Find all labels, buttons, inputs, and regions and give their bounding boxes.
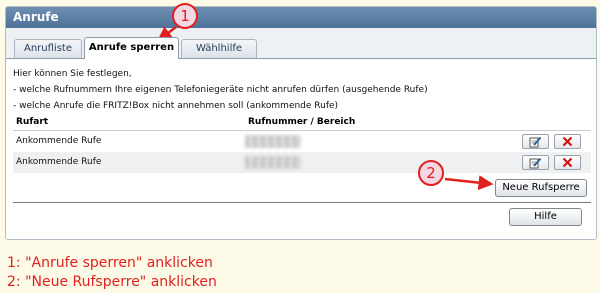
tab-anrufe-sperren[interactable]: Anrufe sperren [84, 37, 179, 59]
step-badge-2: 2 [418, 160, 444, 186]
arrow-to-button [444, 175, 494, 191]
instruction-2: 2: "Neue Rufsperre" anklicken [7, 274, 217, 290]
instruction-1: 1: "Anrufe sperren" anklicken [7, 255, 213, 271]
step-badge-1: 1 [172, 3, 198, 29]
